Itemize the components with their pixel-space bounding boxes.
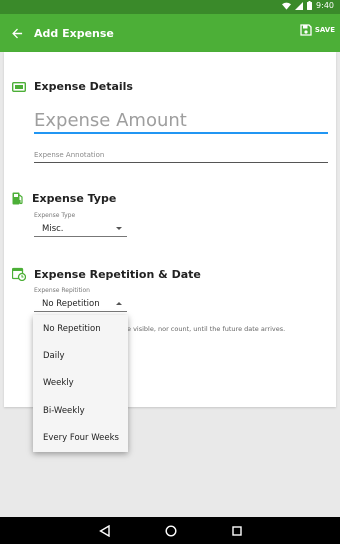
wifi-icon — [282, 2, 292, 10]
dropdown-option[interactable]: Weekly — [33, 370, 128, 397]
arrow-back-icon — [11, 28, 22, 38]
gas-station-icon — [12, 192, 23, 205]
repetition-selected: No Repetition — [42, 299, 100, 309]
expense-type-spinner[interactable]: Misc. — [34, 223, 127, 237]
calendar-clock-icon — [12, 267, 26, 281]
back-button[interactable] — [0, 14, 34, 52]
save-label: SAVE — [314, 26, 335, 34]
nav-recents-icon[interactable] — [231, 525, 242, 536]
dropdown-option[interactable]: Every Four Weeks — [33, 425, 128, 452]
repetition-dropdown: No Repetition Daily Weekly Bi-Weekly Eve… — [33, 315, 128, 452]
repetition-section-header: Expense Repetition & Date — [12, 267, 201, 281]
repetition-field-label: Expense Repitition — [34, 287, 90, 294]
details-section-header: Expense Details — [12, 80, 133, 93]
page-title: Add Expense — [34, 26, 114, 40]
type-title: Expense Type — [32, 192, 117, 205]
expense-amount-input[interactable]: Expense Amount — [34, 110, 328, 134]
nav-home-icon[interactable] — [164, 524, 177, 537]
type-field-label: Expense Type — [34, 212, 76, 219]
dropdown-option[interactable]: No Repetition — [33, 315, 128, 342]
status-icons: 9:40 — [282, 1, 334, 10]
repetition-hint: e visible, nor count, until the future d… — [127, 325, 286, 333]
system-nav-bar — [0, 517, 340, 544]
type-selected: Misc. — [42, 224, 64, 234]
status-bar: 9:40 — [0, 0, 340, 14]
battery-icon — [307, 1, 313, 10]
save-icon — [300, 24, 312, 36]
dropdown-option[interactable]: Bi-Weekly — [33, 397, 128, 424]
app-bar: Add Expense SAVE — [0, 14, 340, 52]
expense-repetition-spinner[interactable]: No Repetition — [34, 298, 127, 312]
type-section-header: Expense Type — [12, 192, 116, 205]
cash-icon — [12, 81, 26, 92]
dropdown-option[interactable]: Daily — [33, 342, 128, 369]
repetition-title: Expense Repetition & Date — [34, 267, 201, 281]
expense-annotation-input[interactable]: Expense Annotation — [34, 151, 328, 163]
status-time: 9:40 — [316, 1, 334, 10]
chevron-up-icon — [116, 302, 122, 305]
details-title: Expense Details — [34, 80, 133, 93]
save-button[interactable]: SAVE — [300, 24, 335, 36]
signal-icon — [295, 1, 304, 10]
chevron-down-icon — [116, 227, 122, 230]
nav-back-icon[interactable] — [98, 524, 110, 537]
